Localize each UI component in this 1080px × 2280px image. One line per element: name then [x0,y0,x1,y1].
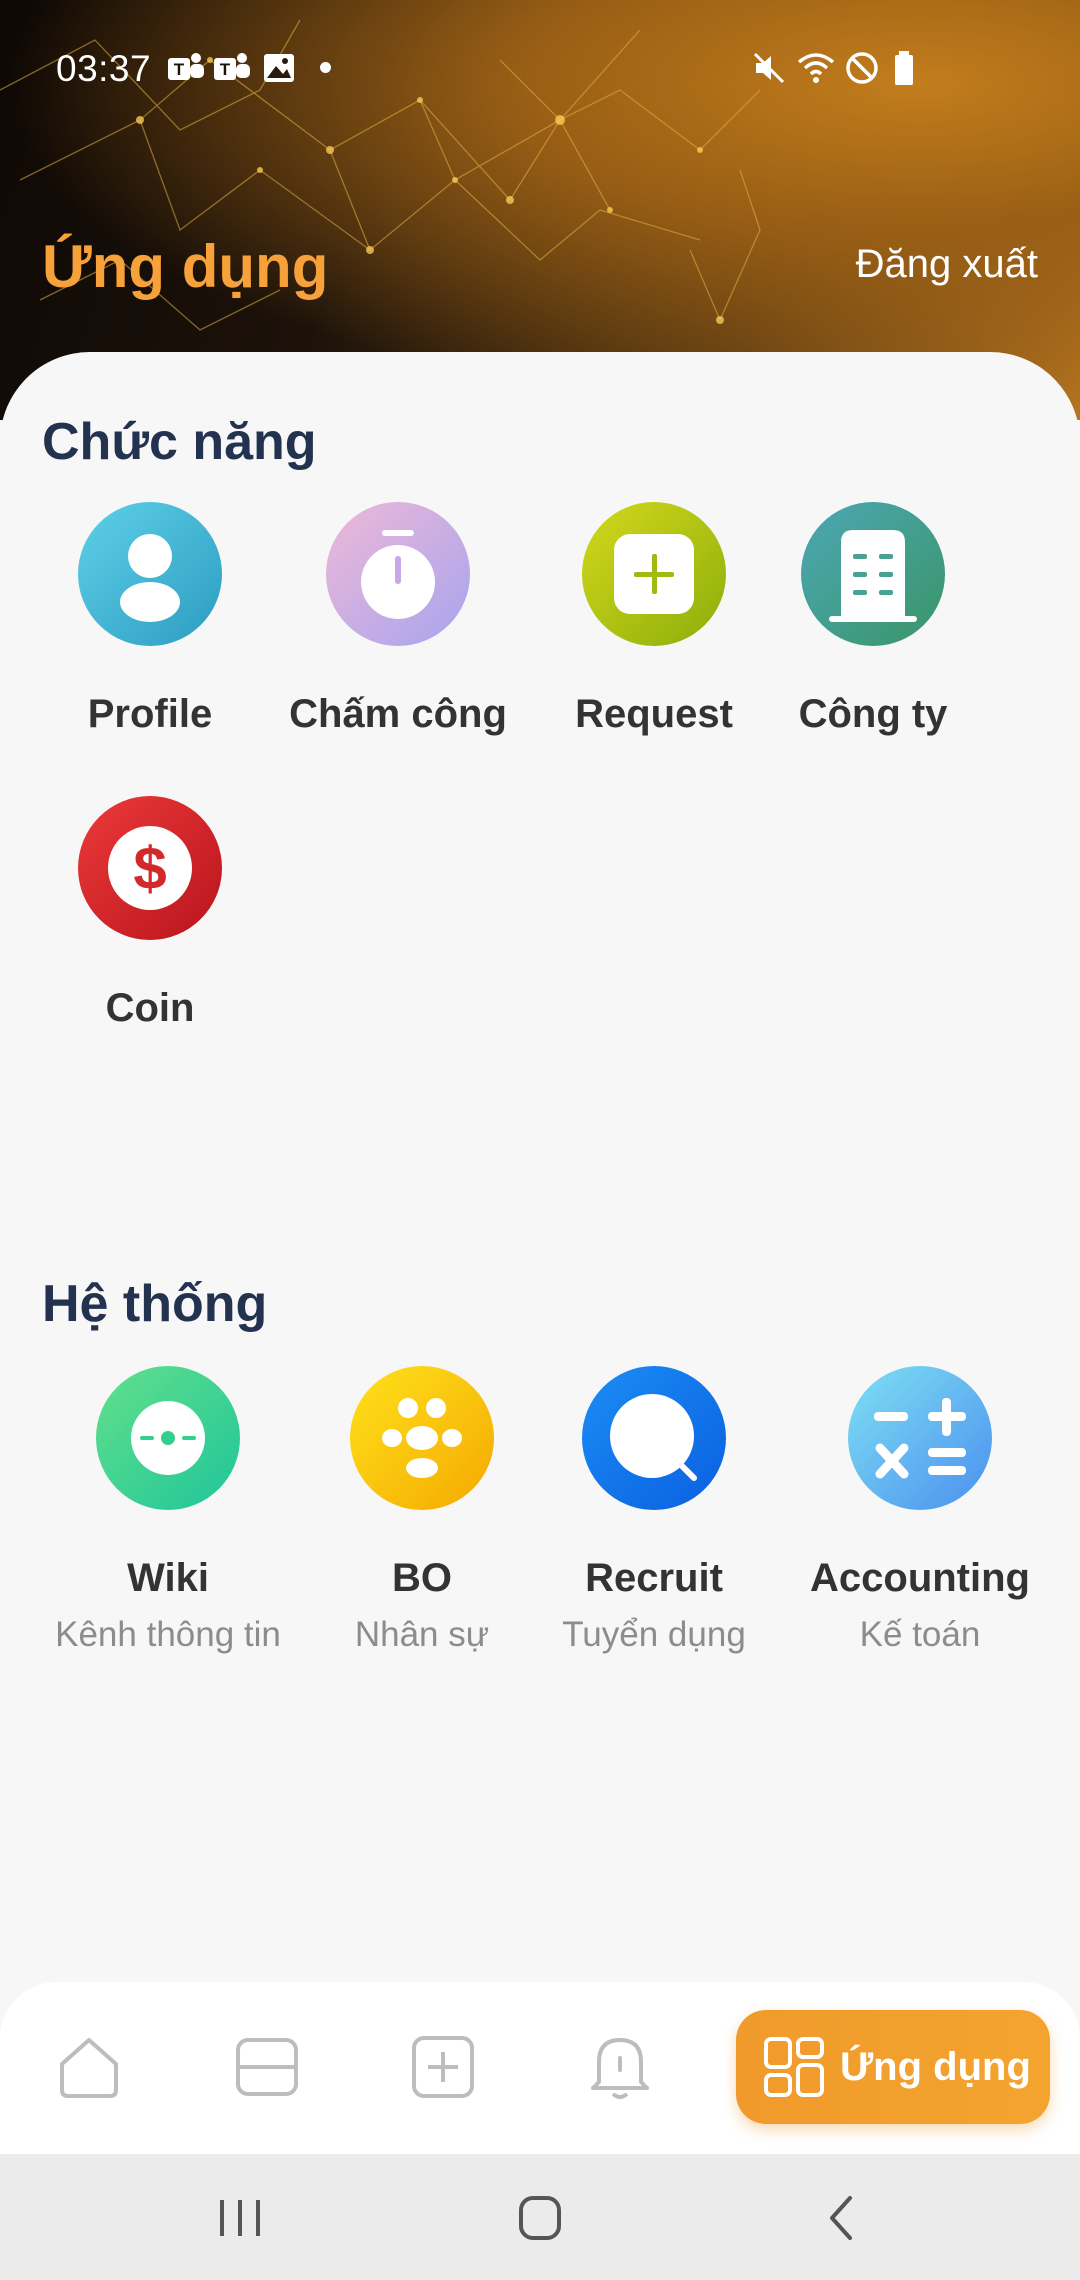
recent-apps-icon[interactable] [210,2190,270,2246]
plus-square-icon [582,502,726,646]
app-tile-coin[interactable]: $ Coin [30,796,270,1031]
people-icon [350,1366,494,1510]
calculator-icon [848,1366,992,1510]
section-title-features: Chức năng [42,413,317,471]
svg-text:T: T [220,60,231,79]
app-tile-request[interactable]: Request [534,502,774,737]
dollar-icon: $ [78,796,222,940]
system-navigation-bar [0,2154,1080,2280]
mute-icon [753,52,785,84]
logout-button[interactable]: Đăng xuất [856,242,1038,287]
wifi-icon [797,53,835,83]
app-tile-label: Accounting [810,1556,1030,1600]
teams-icon: T [168,53,204,80]
app-tile-cong-ty[interactable]: Công ty [753,502,993,737]
status-bar: 03:37 T T [0,0,1080,130]
app-tile-wiki[interactable]: Wiki Kênh thông tin [48,1366,288,1655]
svg-text:$: $ [133,835,166,902]
app-tile-sublabel: Kênh thông tin [55,1615,281,1654]
wiki-icon [96,1366,240,1510]
app-tile-label: Wiki [127,1556,209,1600]
nav-item-apps-label: Ứng dụng [840,2044,1031,2089]
app-tile-label: Công ty [798,692,948,736]
do-not-disturb-icon [846,52,878,84]
battery-icon [895,51,913,85]
app-tile-bo[interactable]: BO Nhân sự [302,1366,542,1655]
app-tile-label: Profile [87,692,213,736]
app-tile-label: Chấm công [289,692,507,736]
app-tile-accounting[interactable]: Accounting Kế toán [800,1366,1040,1655]
notification-dot [320,62,331,73]
grid-icon [764,2037,824,2097]
app-tile-recruit[interactable]: Recruit Tuyển dụng [534,1366,774,1655]
person-icon [78,502,222,646]
card-icon[interactable] [232,2032,302,2102]
app-tile-sublabel: Kế toán [859,1615,981,1654]
home-button-icon[interactable] [510,2190,570,2246]
back-icon[interactable] [812,2190,872,2246]
app-tile-cham-cong[interactable]: Chấm công [278,502,518,737]
teams-icon: T [214,53,250,80]
app-tile-label: Request [575,692,733,736]
page-title: Ứng dụng [42,233,329,300]
app-tile-sublabel: Tuyển dụng [562,1615,746,1654]
svg-text:T: T [174,60,185,79]
app-tile-profile[interactable]: Profile [30,502,270,737]
building-icon [801,502,945,646]
image-icon [264,54,294,82]
status-time: 03:37 [56,48,152,89]
bottom-nav: Ứng dụng [0,1982,1080,2154]
bell-icon[interactable] [585,2032,655,2102]
home-icon[interactable] [54,2032,124,2102]
app-tile-label: Recruit [585,1556,723,1600]
magnifier-icon [582,1366,726,1510]
stopwatch-icon [326,502,470,646]
section-title-system: Hệ thống [42,1275,268,1333]
app-tile-label: BO [392,1556,452,1600]
app-tile-sublabel: Nhân sự [354,1615,490,1654]
app-tile-label: Coin [105,986,195,1030]
nav-item-apps[interactable]: Ứng dụng [736,2010,1050,2124]
add-icon[interactable] [408,2032,478,2102]
